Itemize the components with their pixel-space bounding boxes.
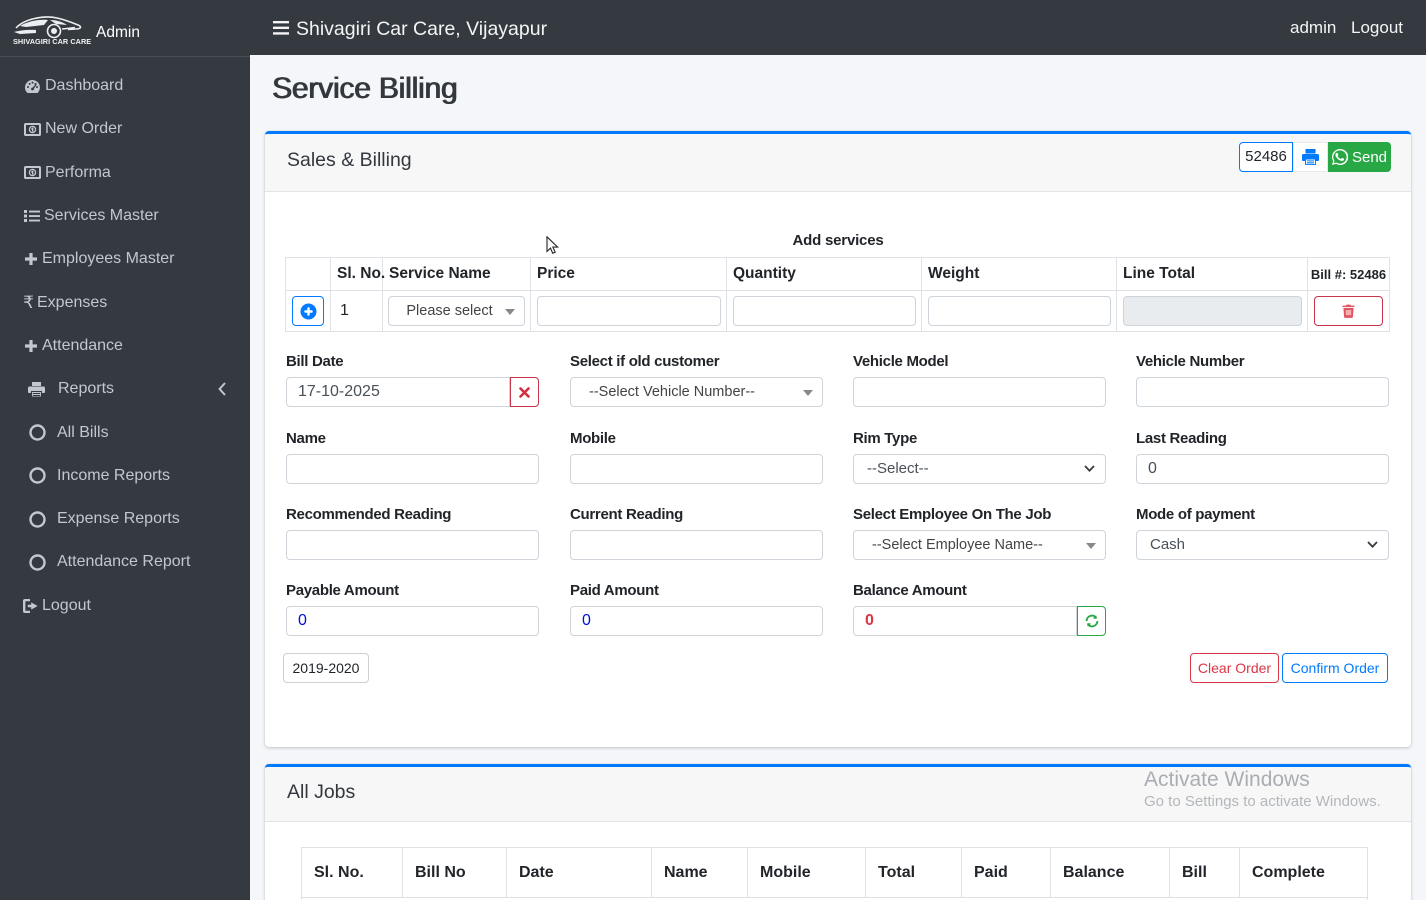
- svg-text:SHIVAGIRI CAR CARE: SHIVAGIRI CAR CARE: [13, 37, 91, 46]
